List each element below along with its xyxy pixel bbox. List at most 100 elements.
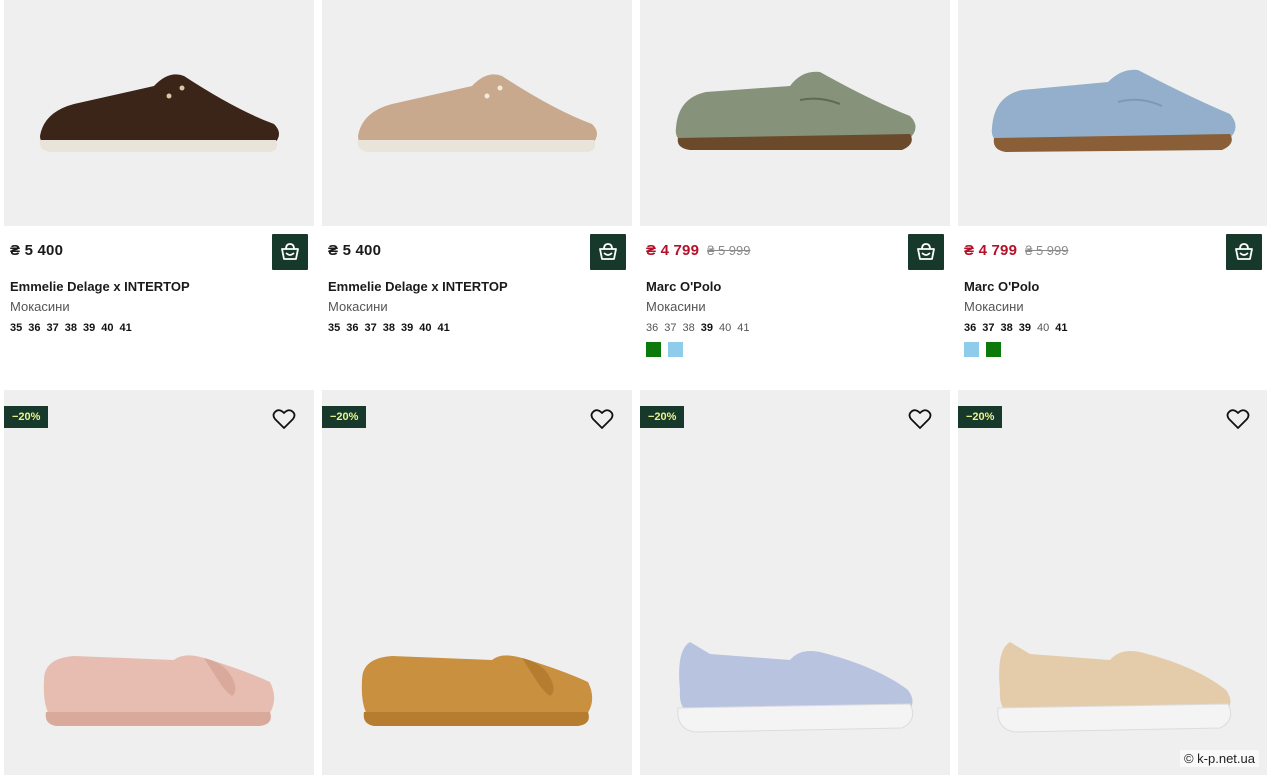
discount-badge: −20% [640, 406, 685, 428]
size-option[interactable]: 41 [120, 322, 132, 334]
size-list: 36 37 38 39 40 41 [964, 322, 1068, 334]
product-card[interactable]: −20% [958, 390, 1267, 775]
add-to-cart-button[interactable] [908, 234, 944, 270]
product-brand[interactable]: Emmelie Delage x INTERTOP [328, 279, 508, 294]
size-option[interactable]: 36 [646, 322, 658, 334]
color-swatch-green[interactable] [986, 342, 1001, 357]
price-row: ₴ 5 400 [10, 242, 63, 259]
shoe-image [991, 69, 1236, 152]
shoe-image [39, 74, 279, 152]
product-image[interactable] [958, 390, 1267, 775]
discount-badge: −20% [322, 406, 367, 428]
product-category: Мокасини [964, 299, 1024, 314]
shoe-image [361, 655, 593, 726]
size-option[interactable]: 38 [383, 322, 395, 334]
size-option[interactable]: 37 [47, 322, 59, 334]
size-option[interactable]: 36 [964, 322, 976, 334]
size-list: 35 36 37 38 39 40 41 [10, 322, 132, 334]
size-option[interactable]: 39 [83, 322, 95, 334]
color-swatch-light-blue[interactable] [668, 342, 683, 357]
product-category: Мокасини [646, 299, 706, 314]
size-list: 35 36 37 38 39 40 41 [328, 322, 450, 334]
size-option[interactable]: 36 [346, 322, 358, 334]
product-image[interactable] [958, 0, 1267, 226]
shoe-image [997, 642, 1232, 733]
favorite-button[interactable] [272, 408, 296, 430]
discount-badge: −20% [958, 406, 1003, 428]
size-option[interactable]: 37 [365, 322, 377, 334]
size-option[interactable]: 35 [10, 322, 22, 334]
product-card[interactable]: ₴ 5 400 Emmelie Delage x INTERTOP Мокаси… [322, 0, 632, 380]
sale-price: ₴ 4 799 [964, 242, 1018, 259]
heart-icon [908, 409, 932, 429]
old-price: ₴ 5 999 [707, 243, 751, 258]
size-option[interactable]: 37 [664, 322, 676, 334]
product-card[interactable]: −20% [640, 390, 950, 775]
price-row: ₴ 4 799 ₴ 5 999 [646, 242, 750, 259]
shopping-bag-icon [1235, 243, 1253, 260]
product-card[interactable]: ₴ 4 799 ₴ 5 999 Marc O'Polo Мокасини 36 … [640, 0, 950, 380]
size-option[interactable]: 35 [328, 322, 340, 334]
product-card[interactable]: −20% [4, 390, 314, 775]
shoe-image [675, 71, 916, 150]
heart-icon [1226, 409, 1250, 429]
size-option[interactable]: 38 [683, 322, 695, 334]
shoe-image [677, 642, 914, 733]
heart-icon [272, 409, 296, 429]
size-option[interactable]: 41 [1055, 322, 1067, 334]
favorite-button[interactable] [590, 408, 614, 430]
size-option[interactable]: 40 [101, 322, 113, 334]
old-price: ₴ 5 999 [1025, 243, 1069, 258]
size-option[interactable]: 41 [737, 322, 749, 334]
product-image[interactable] [640, 0, 950, 226]
price: ₴ 5 400 [328, 242, 382, 259]
size-option[interactable]: 38 [65, 322, 77, 334]
product-brand[interactable]: Marc O'Polo [964, 279, 1039, 294]
shoe-image [357, 74, 597, 152]
size-list: 36 37 38 39 40 41 [646, 322, 750, 334]
product-image[interactable] [4, 0, 314, 226]
discount-badge: −20% [4, 406, 49, 428]
size-option[interactable]: 38 [1001, 322, 1013, 334]
shopping-bag-icon [281, 243, 299, 260]
product-brand[interactable]: Emmelie Delage x INTERTOP [10, 279, 190, 294]
product-image[interactable] [4, 390, 314, 775]
add-to-cart-button[interactable] [272, 234, 308, 270]
product-category: Мокасини [328, 299, 388, 314]
shoe-image [43, 655, 275, 726]
size-option[interactable]: 41 [438, 322, 450, 334]
favorite-button[interactable] [1226, 408, 1250, 430]
size-option[interactable]: 39 [701, 322, 713, 334]
size-option[interactable]: 37 [982, 322, 994, 334]
color-swatch-light-blue[interactable] [964, 342, 979, 357]
product-image[interactable] [322, 0, 632, 226]
size-option[interactable]: 36 [28, 322, 40, 334]
product-image[interactable] [640, 390, 950, 775]
color-swatch-green[interactable] [646, 342, 661, 357]
product-category: Мокасини [10, 299, 70, 314]
product-card[interactable]: −20% [322, 390, 632, 775]
heart-icon [590, 409, 614, 429]
product-grid: ₴ 5 400 Emmelie Delage x INTERTOP Мокаси… [0, 0, 1267, 775]
price: ₴ 5 400 [10, 242, 64, 259]
product-brand[interactable]: Marc O'Polo [646, 279, 721, 294]
watermark: © k-p.net.ua [1179, 750, 1259, 767]
add-to-cart-button[interactable] [1226, 234, 1262, 270]
color-swatches [646, 342, 683, 357]
price-row: ₴ 5 400 [328, 242, 381, 259]
product-image[interactable] [322, 390, 632, 775]
size-option[interactable]: 40 [719, 322, 731, 334]
add-to-cart-button[interactable] [590, 234, 626, 270]
size-option[interactable]: 39 [1019, 322, 1031, 334]
size-option[interactable]: 40 [419, 322, 431, 334]
color-swatches [964, 342, 1001, 357]
sale-price: ₴ 4 799 [646, 242, 700, 259]
product-card[interactable]: ₴ 5 400 Emmelie Delage x INTERTOP Мокаси… [4, 0, 314, 380]
favorite-button[interactable] [908, 408, 932, 430]
product-card[interactable]: ₴ 4 799 ₴ 5 999 Marc O'Polo Мокасини 36 … [958, 0, 1267, 380]
price-row: ₴ 4 799 ₴ 5 999 [964, 242, 1068, 259]
size-option[interactable]: 39 [401, 322, 413, 334]
size-option[interactable]: 40 [1037, 322, 1049, 334]
shopping-bag-icon [917, 243, 935, 260]
shopping-bag-icon [599, 243, 617, 260]
